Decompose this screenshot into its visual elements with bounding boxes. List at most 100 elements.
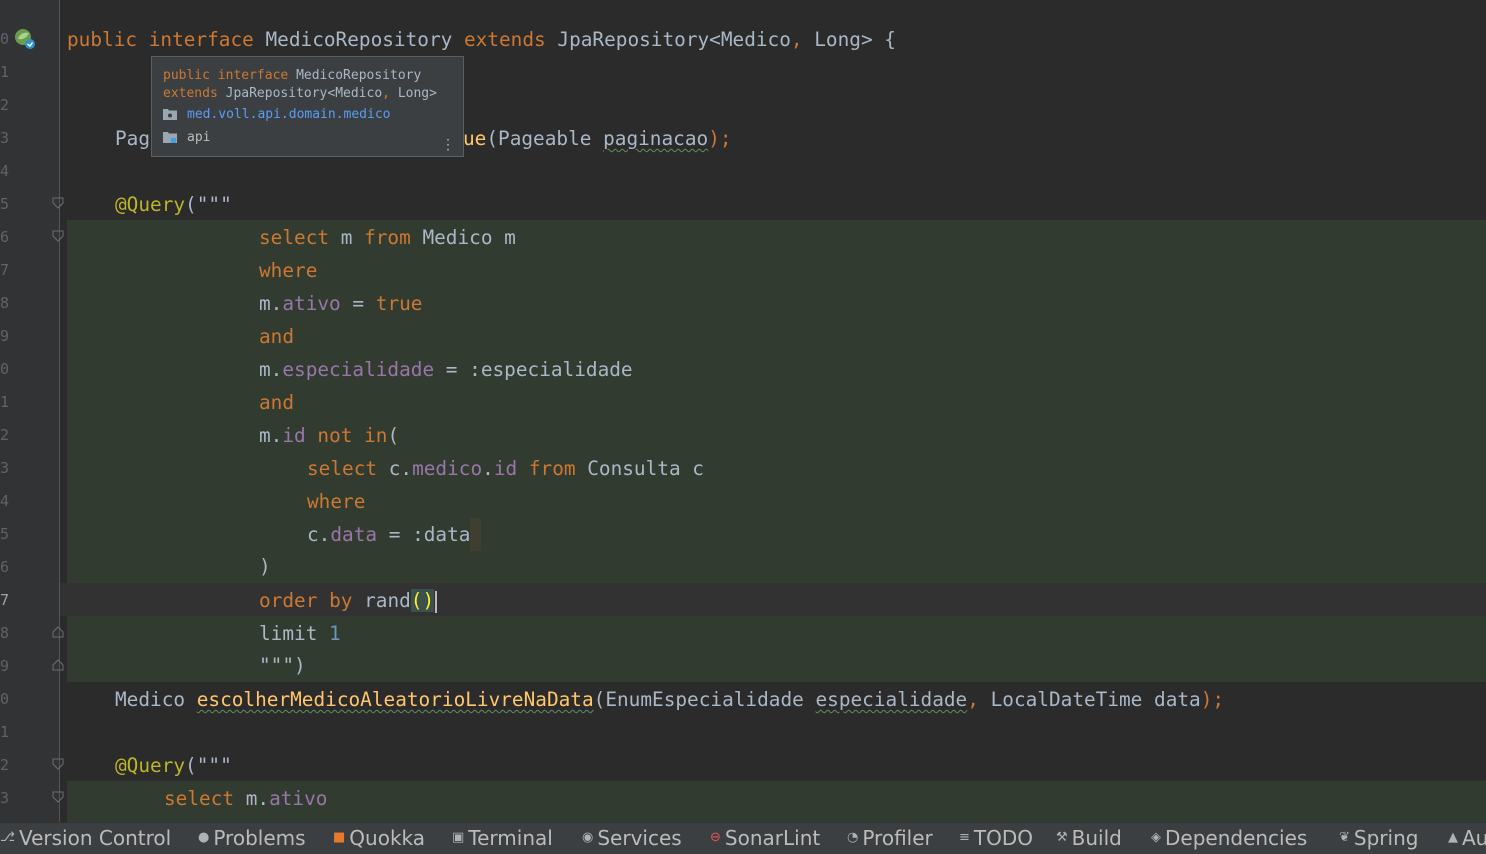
token-type[interactable]: Long> {: [814, 28, 896, 51]
token-param-name: especialidade: [815, 688, 968, 711]
line-number[interactable]: 8: [0, 287, 9, 320]
token-sql-keyword: select: [307, 457, 378, 480]
token-sql-keyword: from: [364, 226, 411, 249]
line-number[interactable]: 9: [0, 320, 9, 353]
toolwindow-sonarlint[interactable]: ⊖ SonarLint: [710, 825, 820, 851]
line-number[interactable]: 2: [0, 89, 9, 122]
code-line-sql-ativo[interactable]: m.ativo = true: [259, 287, 422, 320]
code-line-query-annotation-2[interactable]: @Query(""": [115, 749, 232, 782]
line-number[interactable]: 1: [0, 386, 9, 419]
code-line-interface[interactable]: public interface MedicoRepository extend…: [67, 23, 896, 56]
line-number[interactable]: 4: [0, 485, 9, 518]
code-line-sql-limit[interactable]: limit 1: [259, 617, 341, 650]
token-annotation: @Query: [115, 754, 186, 777]
quick-documentation-popup[interactable]: public interface MedicoRepository extend…: [151, 56, 464, 157]
token-class-name[interactable]: MedicoRepository: [266, 28, 453, 51]
code-line-sql-especialidade[interactable]: m.especialidade = :especialidade: [259, 353, 633, 386]
line-number[interactable]: 0: [0, 23, 9, 56]
fold-marker[interactable]: [52, 230, 64, 242]
code-line-sql-not-in[interactable]: m.id not in(: [259, 419, 399, 452]
line-number[interactable]: 3: [0, 452, 9, 485]
token-punct: );: [1200, 688, 1225, 711]
token-sql-keyword: limit: [259, 622, 330, 645]
token-sql-alias: m.: [259, 292, 283, 315]
token-method[interactable]: escolherMedicoAleatorioLivreNaData: [197, 688, 594, 711]
line-number[interactable]: 4: [0, 155, 9, 188]
line-number[interactable]: 7: [0, 254, 9, 287]
package-icon: [163, 108, 179, 122]
sonarlint-icon: ⊖: [710, 830, 721, 845]
line-number[interactable]: 3: [0, 122, 9, 155]
token-sql-keyword: order: [259, 589, 318, 612]
code-line-close-query[interactable]: """): [259, 649, 306, 682]
token-param-type: (EnumEspecialidade: [593, 688, 816, 711]
code-line-method1-tail[interactable]: ue(Pageable paginacao);: [463, 122, 732, 155]
token-type: Pag: [115, 127, 151, 150]
line-number[interactable]: 3: [0, 782, 9, 815]
code-line-sql-data[interactable]: c.data = :data: [307, 518, 482, 551]
editor-gutter[interactable]: [0, 0, 60, 822]
fold-marker[interactable]: [52, 791, 64, 803]
token-keyword: extends: [463, 28, 546, 51]
line-number[interactable]: 0: [0, 683, 9, 716]
token-type[interactable]: JpaRepository<Medico: [557, 28, 790, 51]
toolwindow-build[interactable]: ⚒ Build: [1056, 825, 1122, 851]
toolwindow-quokka[interactable]: ■ Quokka: [333, 825, 425, 851]
token-sql-alias: c.: [307, 523, 331, 546]
code-line-sql-subselect[interactable]: select c.medico.id from Consulta c: [307, 452, 704, 485]
code-line-sql-where[interactable]: where: [259, 254, 317, 287]
fold-marker[interactable]: [52, 626, 64, 638]
profiler-icon: ◔: [847, 830, 859, 845]
toolwindow-services[interactable]: ◉ Services: [582, 825, 682, 851]
toolwindow-spring[interactable]: ❦ Spring: [1339, 825, 1418, 851]
code-line-sql-select[interactable]: select m from Medico m: [259, 221, 516, 254]
token-sql-alias: c.: [377, 457, 413, 480]
line-number[interactable]: 5: [0, 518, 9, 551]
code-editor[interactable]: 012345678901234567890123 public interfac…: [0, 0, 1486, 822]
line-number[interactable]: 5: [0, 188, 9, 221]
line-number[interactable]: 7: [0, 584, 9, 617]
line-number[interactable]: 9: [0, 650, 9, 683]
line-number[interactable]: 1: [0, 56, 9, 89]
code-line-method1[interactable]: Pag: [115, 122, 150, 155]
toolwindow-dependencies[interactable]: ◈ Dependencies: [1151, 825, 1307, 851]
line-number[interactable]: 8: [0, 617, 9, 650]
token-sql-alias: m.: [259, 424, 283, 447]
token-sql-alias: m.: [234, 787, 270, 810]
line-number[interactable]: 0: [0, 353, 9, 386]
line-number[interactable]: 2: [0, 419, 9, 452]
line-number[interactable]: 2: [0, 749, 9, 782]
code-line-sql-close-paren[interactable]: ): [259, 550, 271, 583]
code-line-sql-order-by[interactable]: order by rand(): [259, 584, 438, 617]
code-line-sql-and[interactable]: and: [259, 386, 294, 419]
toolwindow-version-control[interactable]: ⎇ Version Control: [0, 825, 171, 851]
token-string-delim: (""": [185, 193, 232, 216]
code-line-sql-and[interactable]: and: [259, 320, 294, 353]
token-sql-alias: m.: [259, 358, 283, 381]
code-line-query-annotation[interactable]: @Query(""": [115, 188, 232, 221]
line-number[interactable]: 6: [0, 551, 9, 584]
popup-more-options-icon[interactable]: ⋮: [441, 138, 455, 152]
code-line-method2[interactable]: Medico escolherMedicoAleatorioLivreNaDat…: [115, 683, 1224, 716]
popup-package-link[interactable]: med.voll.api.domain.medico: [187, 107, 391, 122]
fold-marker[interactable]: [52, 659, 64, 671]
toolwindow-todo[interactable]: ≡ TODO: [959, 825, 1033, 851]
toolwindow-problems[interactable]: ● Problems: [198, 825, 306, 851]
line-number[interactable]: 6: [0, 221, 9, 254]
token-comma: ,: [967, 688, 991, 711]
fold-marker[interactable]: [52, 197, 64, 209]
text-caret: [435, 590, 438, 613]
fold-marker[interactable]: [52, 758, 64, 770]
line-number[interactable]: 1: [0, 716, 9, 749]
popup-type: Long>: [397, 86, 437, 101]
toolwindow-au[interactable]: ▲ Au: [1448, 825, 1486, 851]
popup-package-row[interactable]: med.voll.api.domain.medico: [163, 103, 463, 126]
popup-class-name: MedicoRepository: [296, 68, 422, 83]
toolwindow-terminal[interactable]: ▣ Terminal: [452, 825, 553, 851]
popup-keyword: interface: [217, 68, 289, 83]
dependencies-icon: ◈: [1151, 830, 1161, 845]
toolwindow-profiler[interactable]: ◔ Profiler: [847, 825, 933, 851]
code-line-sql-where[interactable]: where: [307, 485, 365, 518]
code-line-sql-select-ativo[interactable]: select m.ativo: [164, 782, 327, 815]
spring-data-repository-icon[interactable]: [13, 27, 37, 51]
